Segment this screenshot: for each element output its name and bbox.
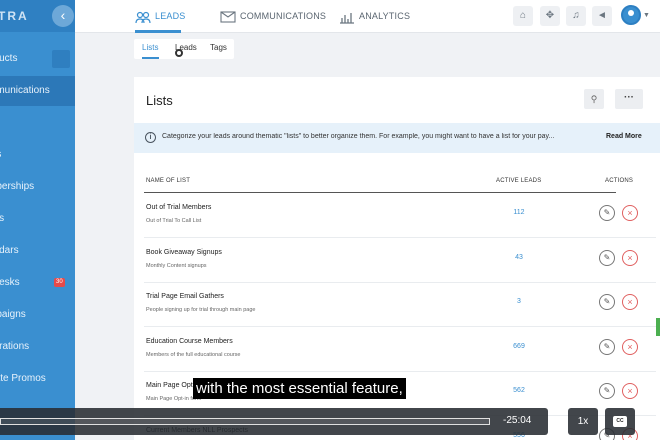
nav-tab-leads-label: LEADS [155,11,186,21]
close-icon[interactable]: × [622,205,638,221]
playback-speed-button[interactable]: 1x [568,408,598,435]
lifebuoy-icon[interactable]: ✥ [540,6,560,26]
pencil-icon[interactable]: ✎ [599,338,615,355]
video-scrubber[interactable] [0,418,490,425]
sidebar-item[interactable]: mberships [0,172,75,202]
page-title: Lists [146,93,173,108]
megaphone-icon[interactable]: ◄ [592,6,612,26]
sidebar-item[interactable]: pdesks 30 [0,268,75,298]
active-tab-indicator [135,30,181,33]
list-description: Out of Trial To Call List [146,218,202,224]
edge-indicator [656,318,660,336]
user-avatar-icon[interactable] [621,5,641,25]
sidebar-item[interactable]: oducts [0,44,75,74]
sub-tabs: Lists Leads Tags [134,39,234,59]
pencil-icon[interactable]: ✎ [599,205,615,221]
sidebar-item[interactable]: mpaigns [0,300,75,330]
sidebar-item-label: ms [0,140,1,170]
active-leads-count[interactable]: 3 [504,298,534,305]
nav-tab-communications[interactable]: COMMUNICATIONS [220,8,326,26]
sidebar-item[interactable]: endars [0,236,75,266]
info-icon: i [145,132,156,143]
list-name[interactable]: Book Giveaway Signups [146,249,222,256]
nav-tab-leads[interactable]: LEADS [135,8,186,26]
sidebar-item-label: mpaigns [0,309,26,320]
sidebar-item[interactable]: iliate Promos [0,364,75,394]
more-options-button[interactable]: ··· [615,89,643,109]
table-row[interactable]: Book Giveaway Signups Monthly Content sig… [144,238,656,283]
active-leads-count[interactable]: 669 [504,343,534,350]
envelope-icon [220,11,236,23]
video-progress-bar[interactable]: -25:04 [0,408,548,435]
header-name-of-list: NAME OF LIST [146,178,191,184]
subtab-lists[interactable]: Lists [142,43,158,52]
logo-text: TRA [0,9,29,23]
close-icon[interactable]: × [622,383,638,399]
chevron-left-icon[interactable]: ‹ [52,5,74,27]
sidebar-item[interactable]: egrations [0,332,75,362]
sidebar-item[interactable]: ms [0,140,75,170]
close-icon[interactable]: × [622,294,638,310]
graduation-cap-icon[interactable]: ⌂ [513,6,533,26]
video-caption: with the most essential feature, [193,378,406,399]
table-row[interactable]: Trial Page Email Gathers People signing u… [144,282,656,327]
read-more-link[interactable]: Read More [606,133,642,140]
list-description: People signing up for trial through main… [146,307,256,313]
sidebar-item-label: egrations [0,341,30,352]
chart-icon [340,12,354,24]
close-icon[interactable]: × [622,338,638,355]
sidebar-item[interactable]: pos [0,204,75,234]
captions-button[interactable]: CC [605,408,635,435]
header-active-leads: ACTIVE LEADS [496,178,542,184]
nav-tab-communications-label: COMMUNICATIONS [240,11,327,21]
sidebar-item-label: mmunications [0,85,50,96]
list-name[interactable]: Out of Trial Members [146,204,211,211]
cc-icon: CC [613,416,627,427]
active-leads-count[interactable]: 562 [504,387,534,394]
active-leads-count[interactable]: 112 [504,209,534,216]
sidebar-item-label: oducts [0,53,18,64]
table-row[interactable]: Education Course Members Members of the f… [144,327,656,372]
chevron-down-icon[interactable]: ▼ [643,12,650,19]
top-nav: LEADS COMMUNICATIONS ANALYTICS ⌂ ✥ ♫ ◄ ▼ [75,0,660,33]
list-description: Monthly Content signups [146,262,207,269]
bell-icon[interactable]: ♫ [566,6,586,26]
nav-tab-analytics-label: ANALYTICS [359,11,411,21]
sidebar-item-label: pdesks [0,277,20,288]
info-text: Categorize your leads around thematic "l… [162,133,555,140]
sidebar-item-label: endars [0,245,19,256]
video-time: -25:04 [503,415,532,426]
leads-icon [135,11,151,23]
table-row[interactable]: Out of Trial Members Out of Trial To Call… [144,193,656,238]
pencil-icon[interactable]: ✎ [599,294,615,310]
close-icon[interactable]: × [622,249,638,266]
sidebar-item-label: mberships [0,181,35,192]
sidebar-item-label: iliate Promos [0,373,46,384]
sidebar-logo: TRA ‹ [0,0,75,32]
pencil-icon[interactable]: ✎ [599,383,615,399]
header-actions: ACTIONS [605,178,634,184]
sidebar-item[interactable]: ts [0,108,75,138]
mouse-cursor-icon [175,49,183,57]
list-name[interactable]: Trial Page Email Gathers [146,293,224,300]
subtab-underline [142,57,159,59]
sidebar-item-label: pos [0,213,5,224]
list-description: Members of the full educational course [146,351,241,358]
active-leads-count[interactable]: 43 [504,254,534,261]
subtab-tags[interactable]: Tags [210,43,227,52]
search-icon[interactable]: ⚲ [584,89,604,109]
notification-badge: 30 [54,278,65,287]
list-name[interactable]: Education Course Members [146,338,233,345]
sidebar-item[interactable]: mmunications [0,76,75,106]
info-banner: i Categorize your leads around thematic … [134,123,660,153]
nav-tab-analytics[interactable]: ANALYTICS [339,8,410,26]
sidebar: TRA ‹ oducts mmunications tsms mberships pos… [0,0,75,440]
pencil-icon[interactable]: ✎ [599,249,615,266]
sidebar-item-indicator [52,50,70,68]
